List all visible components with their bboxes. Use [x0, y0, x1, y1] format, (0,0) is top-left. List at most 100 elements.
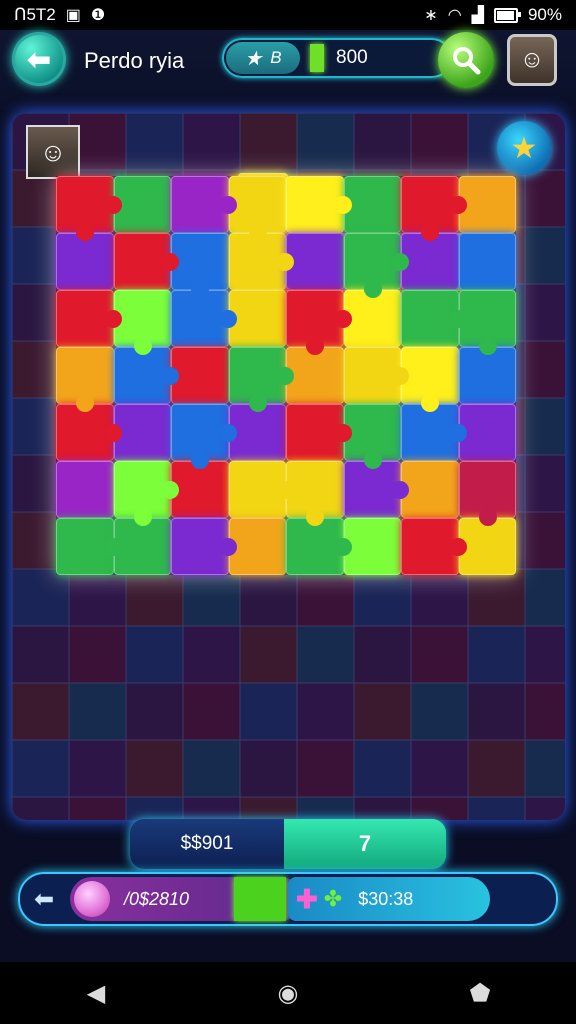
- puzzle-piece[interactable]: [171, 518, 237, 575]
- puzzle-piece[interactable]: [401, 290, 467, 347]
- gem-counter[interactable]: ✚ ✤ $30:38: [288, 877, 490, 921]
- background-piece: [68, 796, 127, 820]
- plus-icon[interactable]: ✚: [296, 884, 318, 915]
- piece-knob: [478, 508, 497, 526]
- puzzle-piece[interactable]: [286, 461, 344, 526]
- bottom-back-button[interactable]: ⬅: [26, 882, 62, 916]
- puzzle-piece[interactable]: [286, 404, 352, 461]
- piece-knob: [76, 223, 94, 241]
- puzzle-piece[interactable]: [286, 233, 344, 290]
- background-piece: [125, 739, 184, 798]
- puzzle-piece[interactable]: [171, 176, 237, 233]
- puzzle-piece[interactable]: [343, 347, 409, 404]
- background-piece: [239, 113, 298, 171]
- piece-knob: [478, 337, 497, 355]
- puzzle-piece[interactable]: [228, 347, 294, 412]
- background-piece: [524, 283, 565, 342]
- puzzle-piece[interactable]: [228, 404, 286, 461]
- puzzle-piece[interactable]: [56, 518, 122, 575]
- puzzle-piece[interactable]: [458, 290, 516, 355]
- puzzle-piece[interactable]: [343, 233, 409, 298]
- puzzle-piece[interactable]: [401, 461, 459, 518]
- puzzle-piece[interactable]: [228, 233, 294, 290]
- piece-knob: [276, 367, 294, 385]
- puzzle-piece[interactable]: [113, 461, 179, 526]
- back-button[interactable]: ⬅: [12, 32, 66, 86]
- piece-knob: [391, 481, 409, 499]
- puzzle-piece[interactable]: [343, 290, 401, 347]
- puzzle-piece[interactable]: [56, 233, 114, 290]
- background-piece: [467, 796, 526, 820]
- piece-knob: [248, 394, 267, 412]
- background-piece: [524, 454, 565, 513]
- puzzle-piece[interactable]: [113, 347, 179, 404]
- puzzle-piece[interactable]: [458, 518, 516, 575]
- puzzle-piece[interactable]: [228, 290, 286, 347]
- top-bar: ⬅ Perdo ryia ★ B 800 ☺: [0, 30, 576, 110]
- puzzle-piece[interactable]: [286, 347, 344, 404]
- puzzle-piece[interactable]: [113, 233, 179, 290]
- nav-home-button[interactable]: ◉: [258, 979, 318, 1008]
- puzzle-piece[interactable]: [113, 290, 171, 355]
- search-button[interactable]: [438, 32, 494, 88]
- battery-icon: [493, 7, 521, 23]
- puzzle-piece[interactable]: [458, 176, 516, 233]
- stat-pill[interactable]: ★ B 800: [222, 38, 452, 78]
- profile-avatar[interactable]: ☺: [507, 34, 557, 86]
- person-icon: ☺: [39, 136, 67, 167]
- puzzle-piece[interactable]: [56, 290, 122, 347]
- piece-knob: [218, 196, 237, 214]
- puzzle-piece[interactable]: [401, 233, 459, 290]
- puzzle-piece[interactable]: [343, 176, 401, 233]
- piece-knob: [248, 223, 267, 241]
- puzzle-piece[interactable]: [343, 461, 409, 518]
- puzzle-piece[interactable]: [458, 347, 516, 404]
- background-piece: [12, 682, 70, 741]
- background-piece: [524, 340, 565, 399]
- arrow-left-icon: ⬅: [27, 43, 51, 75]
- piece-knob: [448, 310, 467, 328]
- nav-back-button[interactable]: ◀: [66, 979, 126, 1008]
- player-title: Perdo ryia: [84, 48, 185, 73]
- piece-knob: [333, 424, 352, 442]
- puzzle-piece[interactable]: [171, 404, 237, 469]
- puzzle-piece[interactable]: [286, 518, 352, 575]
- puzzle-piece[interactable]: [228, 518, 286, 575]
- puzzle-piece[interactable]: [113, 404, 171, 461]
- puzzle-piece[interactable]: [286, 290, 352, 355]
- bluetooth-icon: ∗: [424, 7, 438, 24]
- puzzle-piece[interactable]: [56, 461, 114, 518]
- puzzle-piece[interactable]: [401, 176, 467, 241]
- puzzle-piece[interactable]: [401, 518, 467, 575]
- star-button[interactable]: ★: [497, 121, 551, 175]
- wifi-icon: ◠: [447, 7, 462, 24]
- puzzle-piece[interactable]: [401, 347, 459, 412]
- nav-recents-button[interactable]: ⬟: [450, 979, 510, 1008]
- puzzle-piece[interactable]: [113, 176, 171, 233]
- puzzle-piece[interactable]: [401, 404, 467, 461]
- piece-knob: [218, 538, 237, 556]
- background-piece: [296, 739, 355, 798]
- puzzle-piece[interactable]: [56, 404, 122, 461]
- piece-knob: [421, 223, 439, 241]
- puzzle-piece[interactable]: [343, 404, 401, 469]
- background-piece: [239, 796, 298, 820]
- puzzle-piece[interactable]: [286, 176, 352, 233]
- puzzle-piece[interactable]: [458, 404, 516, 461]
- puzzle-piece[interactable]: [228, 461, 294, 518]
- background-piece: [68, 682, 127, 741]
- background-piece: [467, 625, 526, 684]
- puzzle-piece[interactable]: [171, 290, 237, 347]
- puzzle-piece[interactable]: [458, 233, 516, 290]
- puzzle-piece[interactable]: [343, 518, 401, 575]
- puzzle-piece[interactable]: [171, 461, 229, 518]
- piece-knob: [133, 337, 152, 355]
- puzzle-piece[interactable]: [171, 347, 229, 404]
- puzzle-piece[interactable]: [171, 233, 229, 298]
- puzzle-piece[interactable]: [56, 176, 122, 241]
- puzzle-piece[interactable]: [458, 461, 516, 526]
- puzzle-piece[interactable]: [56, 347, 114, 412]
- background-piece: [524, 397, 565, 456]
- puzzle-piece[interactable]: [228, 176, 286, 241]
- puzzle-piece[interactable]: [113, 518, 171, 575]
